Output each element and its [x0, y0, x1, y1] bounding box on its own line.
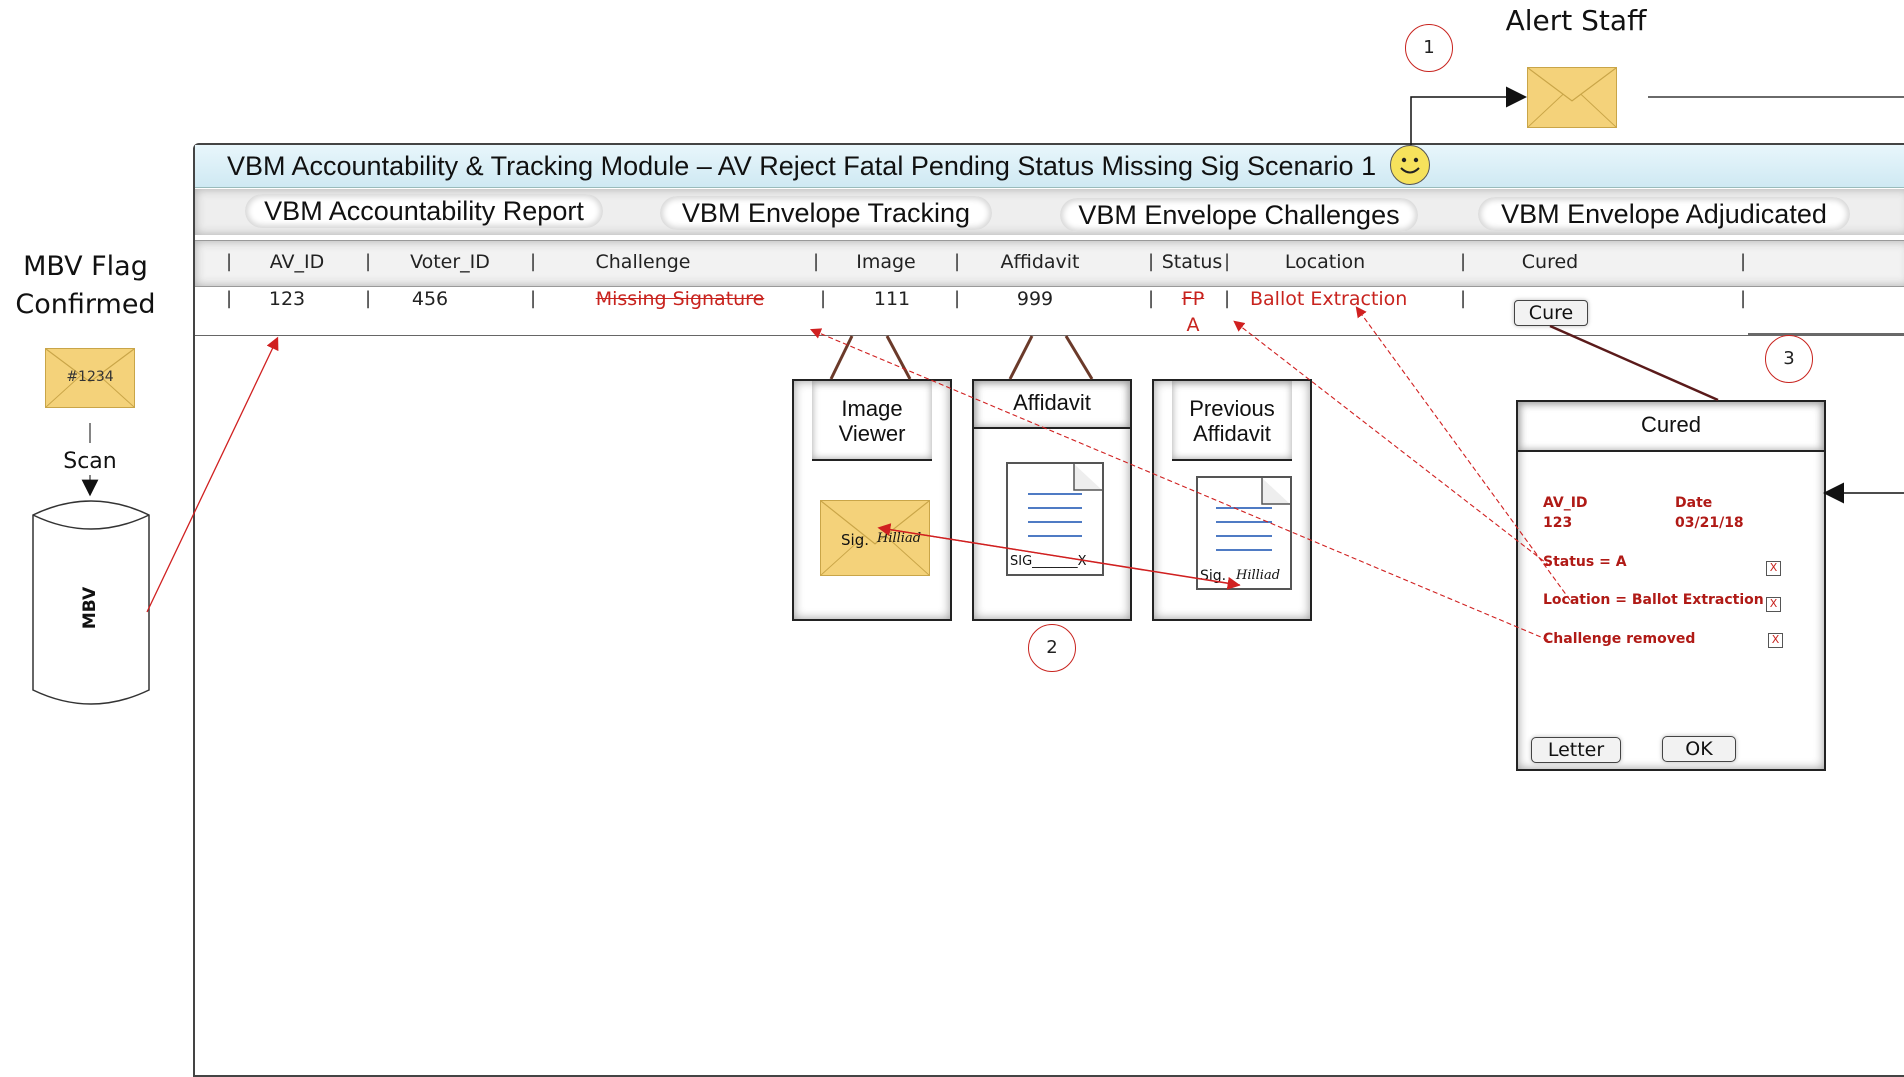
cured-dialog: Cured [1516, 400, 1826, 771]
cell-status-new: A [1186, 314, 1200, 336]
column-header-affidavit: Affidavit [1000, 251, 1080, 273]
step-2-marker: 2 [1028, 624, 1076, 672]
alert-envelope-icon [1527, 67, 1617, 128]
mbv-database-label: MBV [80, 586, 100, 630]
cured-av-id-value: 123 [1543, 515, 1573, 531]
previous-affidavit-title: Previous Affidavit [1172, 381, 1292, 461]
check-location-box[interactable]: X [1766, 597, 1781, 612]
column-header-cured: Cured [1521, 251, 1579, 273]
previous-affidavit-sig-text: Sig. [1200, 568, 1227, 584]
cured-date-label: Date [1675, 495, 1713, 511]
scanned-envelope-image[interactable]: Sig. Hilliad [820, 500, 930, 576]
column-header-status: Status [1161, 251, 1223, 273]
check-challenge-box[interactable]: X [1768, 633, 1783, 648]
cell-status-old: FP [1181, 288, 1205, 310]
step-3-marker: 3 [1765, 335, 1813, 383]
tab-envelope-adjudicated[interactable]: VBM Envelope Adjudicated [1478, 197, 1850, 231]
cell-image-id[interactable]: 111 [862, 288, 922, 310]
tab-envelope-challenges[interactable]: VBM Envelope Challenges [1060, 198, 1418, 232]
alert-staff-label: Alert Staff [1505, 4, 1647, 37]
module-title: VBM Accountability & Tracking Module – A… [227, 151, 1377, 181]
mbv-flag-title: MBV Flag Confirmed [15, 251, 156, 320]
cure-button[interactable]: Cure [1514, 300, 1588, 326]
cell-challenge-removed: Missing Signature [595, 288, 765, 310]
column-header-voter-id: Voter_ID [410, 251, 490, 273]
step-1-marker: 1 [1405, 24, 1453, 72]
letter-button[interactable]: Letter [1531, 737, 1621, 763]
cell-location: Ballot Extraction [1250, 288, 1408, 310]
cured-date-value: 03/21/18 [1675, 515, 1744, 531]
smiley-icon [1390, 145, 1430, 185]
previous-affidavit-document-icon[interactable]: Sig. Hilliad [1196, 476, 1292, 590]
image-viewer-title: Image Viewer [812, 381, 932, 461]
cured-av-id-label: AV_ID [1543, 495, 1588, 511]
column-header-location: Location [1284, 251, 1366, 273]
column-header-image: Image [856, 251, 916, 273]
cell-voter-id: 456 [411, 288, 449, 310]
cell-av-id: 123 [268, 288, 306, 310]
envelope-id-label: #1234 [66, 369, 114, 385]
affidavit-document-icon[interactable]: SIG_______X [1006, 462, 1104, 576]
mbv-envelope-icon: #1234 [45, 348, 135, 408]
check-status-box[interactable]: X [1766, 561, 1781, 576]
affidavit-title: Affidavit [974, 381, 1130, 429]
affidavit-sig-line: SIG_______X [1010, 554, 1087, 569]
envelope-sig-text: Sig. [841, 531, 869, 549]
cured-dialog-title: Cured [1518, 402, 1824, 452]
check-location-label: Location = Ballot Extraction [1543, 592, 1764, 608]
envelope-signature: Hilliad [877, 531, 922, 546]
previous-affidavit-signature: Hilliad [1236, 568, 1281, 583]
check-challenge-label: Challenge removed [1543, 631, 1696, 647]
column-header-av-id: AV_ID [269, 251, 325, 273]
tab-envelope-tracking[interactable]: VBM Envelope Tracking [660, 196, 992, 230]
check-status-label: Status = A [1543, 554, 1627, 570]
scan-label: Scan [63, 449, 117, 474]
tab-accountability-report[interactable]: VBM Accountability Report [245, 194, 603, 228]
cell-affidavit-id[interactable]: 999 [1005, 288, 1065, 310]
ok-button[interactable]: OK [1662, 736, 1736, 762]
column-header-challenge: Challenge [595, 251, 691, 273]
module-title-bar: VBM Accountability & Tracking Module – A… [195, 145, 1904, 188]
